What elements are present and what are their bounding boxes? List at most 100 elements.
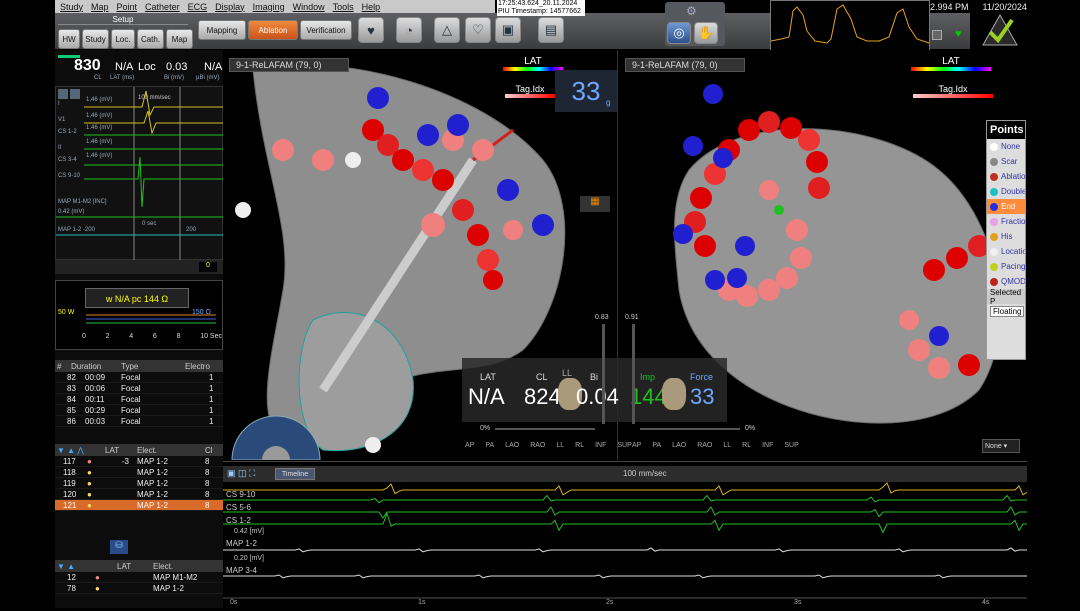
view-ll[interactable]: LL	[723, 442, 731, 449]
pts-col-lat[interactable]: LAT	[103, 446, 135, 455]
study-button[interactable]: Study	[82, 29, 109, 49]
loc-button[interactable]: Loc.	[111, 29, 135, 49]
table-row[interactable]: 82 00:09 Focal 1	[55, 372, 223, 383]
opacity-slider-left[interactable]	[602, 324, 605, 424]
table-row[interactable]: 84 00:11 Focal 1	[55, 394, 223, 405]
zoom-slider-left[interactable]	[495, 428, 595, 430]
ablation-tag-dot	[694, 235, 716, 257]
presentation-icon[interactable]: ▤	[538, 17, 564, 43]
menu-tools[interactable]: Tools	[333, 2, 354, 12]
view-sup[interactable]: SUP	[784, 442, 798, 449]
heart-view-icon[interactable]: ♡	[465, 17, 491, 43]
mapping-button[interactable]: Mapping	[198, 20, 246, 40]
hand-pointer-icon[interactable]: ✋	[694, 22, 718, 44]
menu-catheter[interactable]: Catheter	[145, 2, 180, 12]
view-sup[interactable]: SUP	[617, 442, 631, 449]
triangle-icon[interactable]: △	[434, 17, 460, 43]
floating-select[interactable]: Floating	[987, 304, 1025, 319]
points-type-item[interactable]: Fractionated	[987, 214, 1025, 229]
view-rao[interactable]: RAO	[530, 442, 545, 449]
table-row[interactable]: 118 ● MAP 1-2 8	[55, 467, 223, 478]
lat-point-blue	[735, 236, 755, 256]
pts-col-elect[interactable]: Elect.	[135, 446, 203, 455]
abl-col-type[interactable]: Type	[119, 362, 183, 371]
signal-strip-svg	[223, 482, 1028, 599]
pts-col-cl[interactable]: Cl	[203, 446, 213, 455]
tag-icon[interactable]: ⛁	[110, 540, 128, 554]
view-ap[interactable]: AP	[632, 442, 641, 449]
abl-col-num[interactable]: #	[55, 362, 69, 371]
view-lao[interactable]: LAO	[505, 442, 519, 449]
menu-help[interactable]: Help	[362, 2, 381, 12]
menu-ecg[interactable]: ECG	[188, 2, 208, 12]
table-row[interactable]: 120 ● MAP 1-2 8	[55, 489, 223, 500]
screen-record-icon[interactable]: ▣	[495, 17, 521, 43]
view-lao[interactable]: LAO	[672, 442, 686, 449]
points-type-item[interactable]: Pacing	[987, 259, 1025, 274]
navigation-dial[interactable]	[230, 408, 322, 460]
filter-icon[interactable]: ▼ ▲ ⋀	[55, 446, 103, 455]
gauge-icon[interactable]: ◔	[396, 17, 422, 43]
tag-col-elect[interactable]: Elect.	[151, 562, 173, 571]
zoom-slider-right[interactable]	[640, 428, 740, 430]
ecg-zoom-icon[interactable]	[70, 89, 80, 99]
tag-cell-id: 12	[67, 572, 76, 582]
view-inf[interactable]: INF	[595, 442, 606, 449]
view-inf[interactable]: INF	[762, 442, 773, 449]
table-row[interactable]: 86 00:03 Focal 1	[55, 416, 223, 427]
view-rao[interactable]: RAO	[697, 442, 712, 449]
map-name-left[interactable]: 9-1-ReLAFAM (79, 0)	[229, 58, 349, 72]
table-row[interactable]: 78 ● MAP 1-2	[55, 583, 223, 594]
grid-icon[interactable]: ▦	[580, 196, 610, 212]
tag-table: ▼ ▲ LAT Elect. 12 ● MAP M1-M2 78 ● MAP 1-2	[55, 560, 223, 594]
tag-filter-icon[interactable]: ▼ ▲	[55, 562, 115, 571]
view-ap[interactable]: AP	[465, 442, 474, 449]
menu-map[interactable]: Map	[91, 2, 109, 12]
abl-col-electrode[interactable]: Electro	[183, 362, 223, 371]
view-rl[interactable]: RL	[742, 442, 751, 449]
navigation-icon[interactable]: ◎	[667, 22, 691, 44]
table-row[interactable]: 83 00:06 Focal 1	[55, 383, 223, 394]
menu-point[interactable]: Point	[117, 2, 138, 12]
table-row[interactable]: 12 ● MAP M1-M2	[55, 572, 223, 583]
points-type-item[interactable]: End	[987, 199, 1025, 214]
table-row[interactable]: 117 ● -3 MAP 1-2 8	[55, 456, 223, 467]
table-row[interactable]: 119 ● MAP 1-2 8	[55, 478, 223, 489]
points-type-item[interactable]: His	[987, 229, 1025, 244]
ecg-settings-icon[interactable]	[58, 89, 68, 99]
table-row-selected[interactable]: 121 ● MAP 1-2 8	[55, 500, 223, 511]
points-type-item[interactable]: None	[987, 139, 1025, 154]
ablation-button[interactable]: Ablation	[248, 20, 298, 40]
points-type-item[interactable]: Location	[987, 244, 1025, 259]
map-name-right[interactable]: 9-1-ReLAFAM (79, 0)	[625, 58, 745, 72]
view-pa[interactable]: PA	[485, 442, 494, 449]
cath-button[interactable]: Cath.	[137, 29, 164, 49]
display-select[interactable]: None ▾	[982, 439, 1020, 453]
timestamp-line1: 17:25:43.624_20.11.2024	[498, 0, 578, 7]
view-rl[interactable]: RL	[575, 442, 584, 449]
points-type-item[interactable]: Ablation	[987, 169, 1025, 184]
points-type-item[interactable]: Scar	[987, 154, 1025, 169]
monitor-icon[interactable]	[932, 30, 942, 40]
stethoscope-icon[interactable]: ♥	[955, 28, 962, 40]
verification-button[interactable]: Verification	[300, 20, 352, 40]
points-type-item[interactable]: Double	[987, 184, 1025, 199]
table-row[interactable]: 85 00:29 Focal 1	[55, 405, 223, 416]
menu-imaging[interactable]: Imaging	[253, 2, 285, 12]
ecg-scrollbar[interactable]: 0	[55, 260, 223, 274]
gear-icon[interactable]: ⚙	[686, 4, 702, 18]
menu-study[interactable]: Study	[60, 2, 83, 12]
check-icon[interactable]	[982, 14, 1018, 46]
abl-col-duration[interactable]: Duration	[69, 362, 119, 371]
menu-display[interactable]: Display	[215, 2, 245, 12]
map-button[interactable]: Map	[166, 29, 193, 49]
tag-col-lat[interactable]: LAT	[115, 562, 151, 571]
timeline-button[interactable]: Timeline	[275, 468, 315, 480]
opacity-slider-right[interactable]	[632, 324, 635, 424]
view-pa[interactable]: PA	[652, 442, 661, 449]
menu-window[interactable]: Window	[293, 2, 325, 12]
strip-settings-icon[interactable]: ▣ ◫ ⛶	[227, 468, 255, 479]
heart-add-icon[interactable]: ♥	[358, 17, 384, 43]
view-ll[interactable]: LL	[556, 442, 564, 449]
hw-button[interactable]: HW	[58, 29, 80, 49]
